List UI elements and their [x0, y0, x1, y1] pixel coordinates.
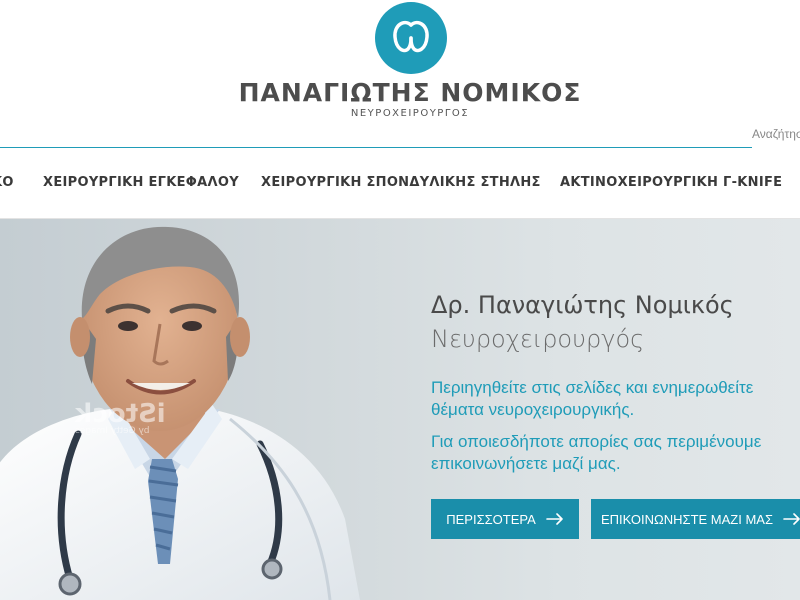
- nav-item-brain-surgery[interactable]: ΧΕΙΡΟΥΡΓΙΚΗ ΕΓΚΕΦΑΛΟΥ: [43, 175, 239, 190]
- site-header: ΠΑΝΑΓΙΩΤΗΣ ΝΟΜΙΚΟΣ ΝΕΥΡΟΧΕΙΡΟΥΡΓΟΣ: [0, 0, 800, 150]
- nav-item-partial[interactable]: ΚΟ: [0, 175, 14, 190]
- hero-title: Δρ. Παναγιώτης Νομικός: [431, 291, 734, 319]
- arrow-right-icon: [783, 513, 800, 525]
- more-button-label: ΠΕΡΙΣΣΟΤΕΡΑ: [446, 511, 536, 527]
- photo-watermark: iStock: [75, 399, 166, 429]
- nav-item-gamma-knife[interactable]: ΑΚΤΙΝΟΧΕΙΡΟΥΡΓΙΚΗ Γ-KNIFE: [560, 175, 782, 190]
- contact-button-label: ΕΠΙΚΟΙΝΩΝΗΣΤΕ ΜΑΖΙ ΜΑΣ: [600, 511, 773, 527]
- brain-icon: [393, 20, 429, 53]
- hero-text-line: Για οποιεσδήποτε απορίες σας περιμένουμε: [431, 432, 762, 451]
- hero-text-line: Περιηγηθείτε στις σελίδες και ενημερωθεί…: [431, 378, 754, 397]
- more-button[interactable]: ΠΕΡΙΣΣΟΤΕΡΑ: [431, 499, 579, 539]
- brand-name[interactable]: ΠΑΝΑΓΙΩΤΗΣ ΝΟΜΙΚΟΣ: [0, 78, 800, 107]
- search-input[interactable]: [752, 124, 800, 144]
- hero-banner: iStock by Getty Images Δρ. Παναγιώτης Νο…: [0, 219, 800, 600]
- photo-watermark-credit: by Getty Images: [75, 426, 150, 436]
- main-nav: ΚΟ ΧΕΙΡΟΥΡΓΙΚΗ ΕΓΚΕΦΑΛΟΥ ΧΕΙΡΟΥΡΓΙΚΗ ΣΠΟ…: [0, 148, 800, 219]
- nav-item-spine-surgery[interactable]: ΧΕΙΡΟΥΡΓΙΚΗ ΣΠΟΝΔΥΛΙΚΗΣ ΣΤΗΛΗΣ: [261, 175, 541, 190]
- hero-subtitle: Νευροχειρουργός: [431, 325, 645, 353]
- hero-text-line: θέματα νευροχειρουργικής.: [431, 400, 635, 419]
- logo[interactable]: [375, 2, 447, 74]
- hero-text-line: επικοινωνήσετε μαζί μας.: [431, 454, 621, 473]
- arrow-right-icon: [545, 513, 563, 525]
- brand-subtitle: ΝΕΥΡΟΧΕΙΡΟΥΡΓΟΣ: [350, 108, 470, 119]
- hero-intro-paragraph: Περιηγηθείτε στις σελίδες και ενημερωθεί…: [431, 377, 753, 421]
- contact-button[interactable]: ΕΠΙΚΟΙΝΩΝΗΣΤΕ ΜΑΖΙ ΜΑΣ: [591, 499, 800, 539]
- doctor-photo: [0, 226, 360, 600]
- hero-contact-paragraph: Για οποιεσδήποτε απορίες σας περιμένουμε…: [431, 431, 761, 475]
